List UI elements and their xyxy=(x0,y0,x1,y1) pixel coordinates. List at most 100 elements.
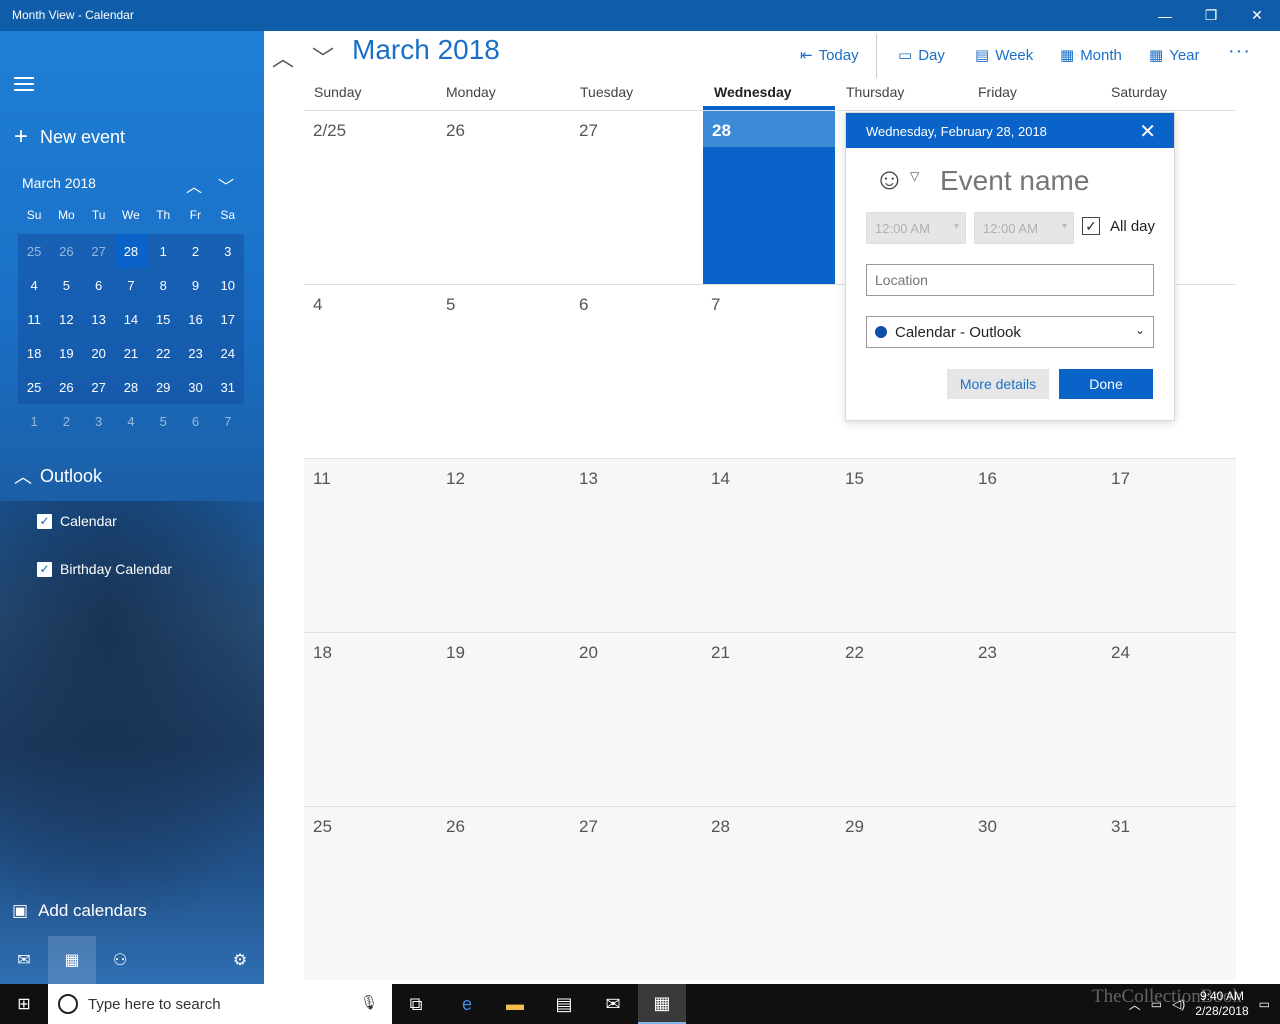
day-cell[interactable]: 11 xyxy=(304,459,437,633)
day-cell[interactable]: 18 xyxy=(304,633,437,807)
mini-day-cell[interactable]: 26 xyxy=(50,370,82,404)
all-day-checkbox[interactable]: ✓ All day xyxy=(1082,217,1155,235)
day-cell[interactable]: 30 xyxy=(969,807,1102,981)
mini-day-cell[interactable]: 17 xyxy=(212,302,244,336)
calendar-select[interactable]: Calendar - Outlook ⌄ xyxy=(866,316,1154,348)
minimize-button[interactable]: — xyxy=(1142,0,1188,31)
mini-day-cell[interactable]: 11 xyxy=(18,302,50,336)
birthday-calendar-toggle[interactable]: ✓ Birthday Calendar xyxy=(37,561,172,577)
day-cell[interactable]: 12 xyxy=(437,459,570,633)
taskbar-search[interactable]: Type here to search 🎙 xyxy=(48,984,392,1024)
mini-day-cell[interactable]: 15 xyxy=(147,302,179,336)
mini-day-cell[interactable]: 20 xyxy=(83,336,115,370)
add-calendars-button[interactable]: ▣ Add calendars xyxy=(12,901,147,921)
month-view-button[interactable]: ▦ Month xyxy=(1060,46,1122,65)
mini-day-cell[interactable]: 6 xyxy=(83,268,115,302)
mini-day-cell[interactable]: 28 xyxy=(114,234,148,268)
day-cell[interactable]: 26 xyxy=(437,807,570,981)
mini-day-cell[interactable]: 29 xyxy=(147,370,179,404)
month-title[interactable]: March 2018 xyxy=(352,34,500,66)
mini-day-cell[interactable]: 18 xyxy=(18,336,50,370)
day-cell[interactable]: 28 xyxy=(703,111,835,285)
more-options-button[interactable]: ··· xyxy=(1228,40,1251,63)
mini-day-cell[interactable]: 27 xyxy=(83,370,115,404)
next-month-icon[interactable]: ﹀ xyxy=(312,41,334,73)
mini-day-cell[interactable]: 12 xyxy=(50,302,82,336)
day-cell[interactable]: 13 xyxy=(570,459,703,633)
day-cell[interactable]: 31 xyxy=(1102,807,1236,981)
mini-day-cell[interactable]: 3 xyxy=(83,404,115,438)
start-time-select[interactable]: 12:00 AM ▾ xyxy=(866,212,966,244)
day-cell[interactable]: 15 xyxy=(836,459,969,633)
close-button[interactable]: ✕ xyxy=(1234,0,1280,31)
mini-day-cell[interactable]: 4 xyxy=(18,268,50,302)
day-cell[interactable]: 4 xyxy=(304,285,437,459)
mini-day-cell[interactable]: 7 xyxy=(115,268,147,302)
mini-day-cell[interactable]: 24 xyxy=(212,336,244,370)
day-cell[interactable]: 21 xyxy=(702,633,835,807)
done-button[interactable]: Done xyxy=(1059,369,1153,399)
day-cell[interactable]: 29 xyxy=(836,807,969,981)
mini-day-cell[interactable]: 9 xyxy=(179,268,211,302)
chevron-down-icon[interactable]: ▽ xyxy=(910,169,919,183)
day-cell[interactable]: 5 xyxy=(437,285,570,459)
mini-day-cell[interactable]: 2 xyxy=(50,404,82,438)
day-cell[interactable]: 23 xyxy=(969,633,1102,807)
mini-day-cell[interactable]: 5 xyxy=(147,404,179,438)
new-event-button[interactable]: + New event xyxy=(14,123,125,151)
windows-start-icon[interactable]: ⊞ xyxy=(0,984,48,1024)
mini-day-cell[interactable]: 1 xyxy=(18,404,50,438)
day-cell[interactable]: 26 xyxy=(437,111,570,285)
mini-day-cell[interactable]: 2 xyxy=(179,234,211,268)
settings-gear-icon[interactable]: ⚙ xyxy=(216,936,264,984)
mini-day-cell[interactable]: 1 xyxy=(147,234,179,268)
location-input[interactable] xyxy=(866,264,1154,296)
day-cell[interactable]: 7 xyxy=(702,285,835,459)
mini-day-cell[interactable]: 25 xyxy=(18,370,50,404)
mini-day-cell[interactable]: 22 xyxy=(147,336,179,370)
mini-day-cell[interactable]: 21 xyxy=(115,336,147,370)
day-cell[interactable]: 2/25 xyxy=(304,111,437,285)
calendar-icon[interactable]: ▦ xyxy=(48,936,96,984)
calendar-toggle[interactable]: ✓ Calendar xyxy=(37,513,117,529)
mini-next-month-icon[interactable]: ﹀ xyxy=(218,173,234,197)
day-cell[interactable]: 25 xyxy=(304,807,437,981)
day-cell[interactable]: 24 xyxy=(1102,633,1236,807)
day-cell[interactable]: 16 xyxy=(969,459,1102,633)
edge-browser-icon[interactable]: e xyxy=(443,984,491,1024)
end-time-select[interactable]: 12:00 AM ▾ xyxy=(974,212,1074,244)
mini-day-cell[interactable]: 7 xyxy=(212,404,244,438)
calendar-app-icon[interactable]: ▦ xyxy=(638,984,686,1024)
mini-day-cell[interactable]: 25 xyxy=(18,234,50,268)
mini-day-cell[interactable]: 10 xyxy=(212,268,244,302)
file-explorer-icon[interactable]: ▬ xyxy=(491,984,539,1024)
more-details-button[interactable]: More details xyxy=(947,369,1049,399)
week-view-button[interactable]: ▤ Week xyxy=(975,46,1033,65)
emoji-picker-icon[interactable]: ☺ xyxy=(874,163,905,197)
mini-day-cell[interactable]: 30 xyxy=(179,370,211,404)
mini-calendar-title[interactable]: March 2018 xyxy=(22,175,96,191)
day-cell[interactable]: 28 xyxy=(702,807,835,981)
mini-day-cell[interactable]: 27 xyxy=(83,234,115,268)
mini-day-cell[interactable]: 4 xyxy=(115,404,147,438)
hamburger-menu-icon[interactable] xyxy=(14,77,34,95)
mini-day-cell[interactable]: 5 xyxy=(50,268,82,302)
today-button[interactable]: ⇤ Today xyxy=(800,46,859,65)
outlook-group-header[interactable]: ︿ Outlook xyxy=(14,463,102,489)
day-cell[interactable]: 20 xyxy=(570,633,703,807)
day-cell[interactable]: 6 xyxy=(570,285,703,459)
task-view-icon[interactable]: ⧉ xyxy=(392,984,440,1024)
checkbox-checked-icon[interactable]: ✓ xyxy=(1082,217,1100,235)
mini-day-cell[interactable]: 6 xyxy=(179,404,211,438)
mini-day-cell[interactable]: 23 xyxy=(179,336,211,370)
action-center-icon[interactable]: ▭ xyxy=(1259,997,1270,1011)
mini-day-cell[interactable]: 19 xyxy=(50,336,82,370)
mini-day-cell[interactable]: 13 xyxy=(83,302,115,336)
checkbox-checked-icon[interactable]: ✓ xyxy=(37,561,52,577)
mini-day-cell[interactable]: 3 xyxy=(212,234,244,268)
mini-day-cell[interactable]: 14 xyxy=(115,302,147,336)
mail-icon[interactable]: ✉ xyxy=(0,936,48,984)
mini-day-cell[interactable]: 8 xyxy=(147,268,179,302)
restore-button[interactable]: ❐ xyxy=(1188,0,1234,31)
mini-day-cell[interactable]: 31 xyxy=(212,370,244,404)
